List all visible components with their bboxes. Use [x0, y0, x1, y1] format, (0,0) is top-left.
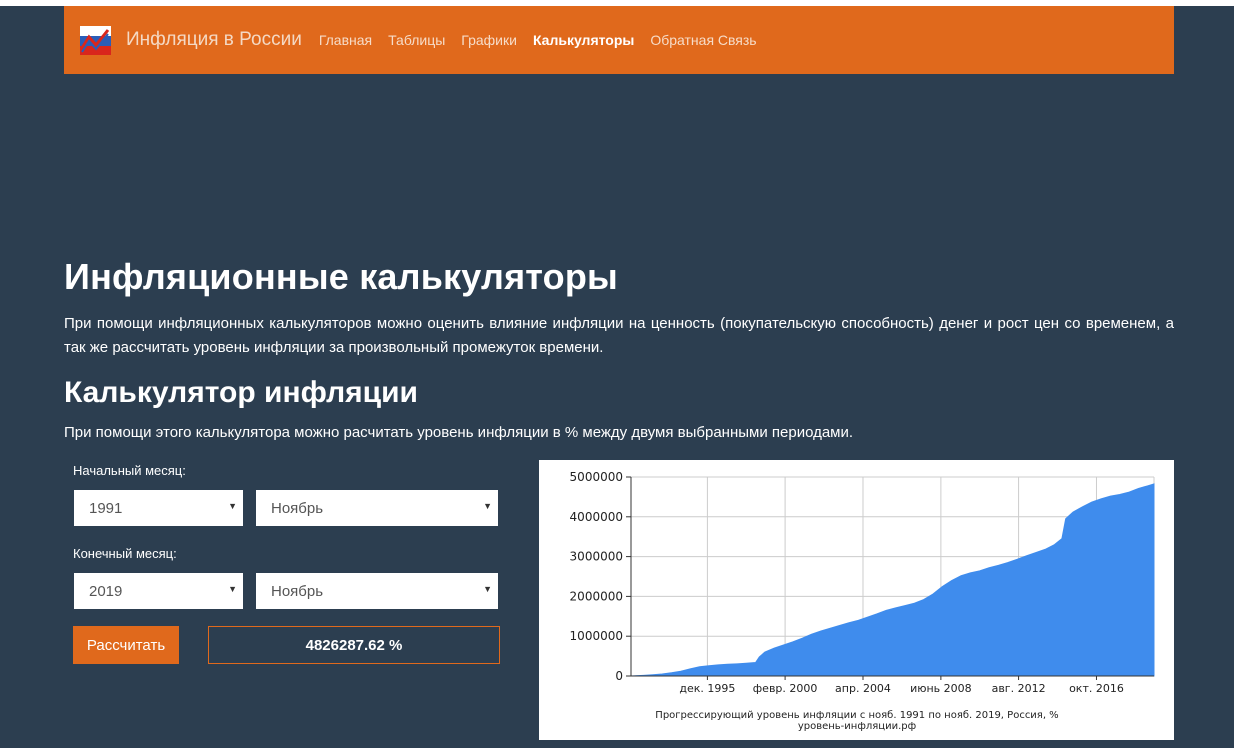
y-tick-label: 0 [615, 669, 623, 683]
series-area [630, 483, 1155, 677]
nav-item-3[interactable]: Графики [453, 32, 525, 48]
start-month-value: Ноябрь [271, 499, 324, 517]
end-month-value: Ноябрь [271, 582, 324, 600]
navbar: Инфляция в России Главная Таблицы Графики К… [64, 6, 1174, 74]
start-month-select[interactable]: Ноябрь ▼ [256, 490, 498, 526]
nav-item-2[interactable]: Таблицы [380, 32, 453, 48]
y-tick-label: 5000000 [570, 470, 623, 484]
chart-subtitle: уровень-инфляции.рф [798, 721, 916, 732]
calculate-button[interactable]: Рассчитать [73, 626, 179, 664]
x-tick-label: июнь 2008 [910, 682, 972, 695]
y-tick-label: 4000000 [570, 510, 623, 524]
start-year-value: 1991 [89, 499, 123, 517]
dropdown-caret-icon: ▼ [228, 584, 237, 594]
nav-item-5[interactable]: Обратная Связь [642, 32, 764, 48]
end-month-select[interactable]: Ноябрь ▼ [256, 573, 498, 609]
dropdown-caret-icon: ▼ [228, 501, 237, 511]
end-year-value: 2019 [89, 582, 123, 600]
calculator-title: Калькулятор инфляции [64, 376, 418, 409]
nav-item-1[interactable]: Главная [311, 32, 380, 48]
dropdown-caret-icon: ▼ [483, 501, 492, 511]
result-field: 4826287.62 % [208, 626, 500, 664]
calculator-description: При помощи этого калькулятора можно расч… [64, 424, 854, 441]
y-tick-label: 2000000 [570, 589, 623, 603]
end-year-select[interactable]: 2019 ▼ [74, 573, 243, 609]
inflation-chart: 0 1000000 2000000 3000000 4000000 5000000 дек.… [539, 460, 1174, 740]
x-tick-label: авг. 2012 [992, 682, 1046, 695]
y-tick-label: 1000000 [570, 629, 623, 643]
x-tick-label: окт. 2016 [1069, 682, 1124, 695]
page-title: Инфляционные калькуляторы [64, 256, 618, 297]
main-nav: Главная Таблицы Графики Калькуляторы Обратна… [311, 32, 765, 48]
chart-title: Прогрессирующий уровень инфляции с нояб.… [655, 710, 1058, 721]
x-tick-label: дек. 1995 [679, 682, 735, 695]
end-month-label: Конечный месяц: [73, 546, 177, 561]
start-month-label: Начальный месяц: [73, 463, 186, 478]
intro-text: При помощи инфляционных калькуляторов мо… [64, 315, 1174, 356]
nav-item-4[interactable]: Калькуляторы [525, 32, 642, 48]
start-year-select[interactable]: 1991 ▼ [74, 490, 243, 526]
x-tick-label: февр. 2000 [753, 682, 818, 695]
logo-icon[interactable] [80, 25, 111, 55]
site-brand[interactable]: Инфляция в России [126, 29, 302, 51]
y-tick-label: 3000000 [570, 550, 623, 564]
dropdown-caret-icon: ▼ [483, 584, 492, 594]
chart-svg: 0 1000000 2000000 3000000 4000000 5000000 дек.… [570, 470, 1155, 732]
x-tick-label: апр. 2004 [835, 682, 891, 695]
